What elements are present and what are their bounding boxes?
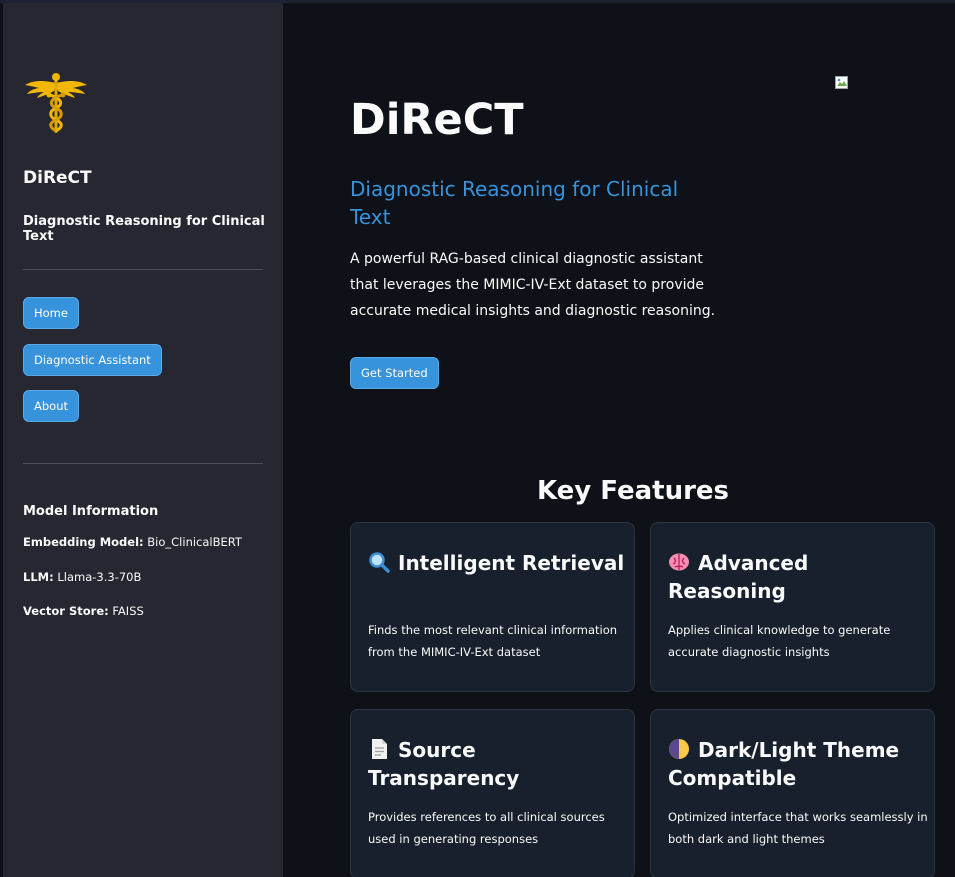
vector-store-label: Vector Store: bbox=[23, 604, 109, 618]
feature-card-title: Dark/Light Theme Compatible bbox=[668, 736, 928, 792]
magnifier-icon bbox=[369, 552, 390, 573]
page-title: DiReCT bbox=[350, 95, 524, 145]
vector-store-value: FAISS bbox=[112, 604, 144, 618]
hero-tagline: Diagnostic Reasoning for Clinical Text bbox=[350, 177, 679, 229]
main-content: DiReCT Diagnostic Reasoning for Clinical… bbox=[283, 3, 955, 877]
sidebar-title: DiReCT bbox=[23, 168, 92, 188]
broken-image-icon bbox=[835, 76, 848, 89]
half-moon-icon bbox=[669, 739, 689, 759]
nav-diagnostic-assistant-button[interactable]: Diagnostic Assistant bbox=[23, 344, 162, 376]
feature-title-text: Intelligent Retrieval bbox=[398, 551, 625, 575]
feature-card: Advanced Reasoning Applies clinical know… bbox=[650, 522, 935, 692]
feature-card-description: Optimized interface that works seamlessl… bbox=[668, 810, 928, 846]
feature-card-title: Intelligent Retrieval bbox=[368, 549, 628, 577]
sidebar: DiReCT Diagnostic Reasoning for Clinical… bbox=[3, 3, 283, 877]
feature-card-description: Applies clinical knowledge to generate a… bbox=[668, 623, 891, 659]
sidebar-divider bbox=[23, 463, 263, 464]
sidebar-divider bbox=[23, 269, 263, 270]
nav-home-button[interactable]: Home bbox=[23, 297, 79, 329]
feature-card-title: Source Transparency bbox=[368, 736, 628, 792]
vector-store-info: Vector Store: FAISS bbox=[23, 604, 144, 618]
feature-card-title: Advanced Reasoning bbox=[668, 549, 928, 605]
get-started-button[interactable]: Get Started bbox=[350, 357, 439, 389]
hero-description: A powerful RAG-based clinical diagnostic… bbox=[350, 251, 716, 319]
feature-card: Dark/Light Theme Compatible Optimized in… bbox=[650, 709, 935, 877]
sidebar-subtitle: Diagnostic Reasoning for Clinical Text bbox=[23, 214, 265, 244]
feature-title-text: Source Transparency bbox=[368, 738, 520, 790]
llm-label: LLM: bbox=[23, 570, 54, 584]
key-features-heading: Key Features bbox=[536, 476, 730, 506]
embedding-model-value: Bio_ClinicalBERT bbox=[147, 535, 242, 549]
llm-info: LLM: Llama-3.3-70B bbox=[23, 570, 141, 584]
feature-title-text: Dark/Light Theme Compatible bbox=[668, 738, 900, 790]
model-info-heading: Model Information bbox=[23, 504, 159, 519]
document-icon bbox=[372, 739, 387, 759]
app-root: DiReCT Diagnostic Reasoning for Clinical… bbox=[0, 0, 955, 877]
nav-about-button[interactable]: About bbox=[23, 390, 80, 422]
feature-card-description: Provides references to all clinical sour… bbox=[368, 810, 605, 846]
embedding-model-info: Embedding Model: Bio_ClinicalBERT bbox=[23, 535, 242, 549]
caduceus-icon bbox=[25, 73, 87, 133]
embedding-model-label: Embedding Model: bbox=[23, 535, 144, 549]
feature-card: Intelligent Retrieval Finds the most rel… bbox=[350, 522, 635, 692]
feature-card-description: Finds the most relevant clinical informa… bbox=[368, 623, 618, 659]
llm-value: Llama-3.3-70B bbox=[57, 570, 142, 584]
feature-card: Source Transparency Provides references … bbox=[350, 709, 635, 877]
brain-icon bbox=[669, 553, 689, 571]
